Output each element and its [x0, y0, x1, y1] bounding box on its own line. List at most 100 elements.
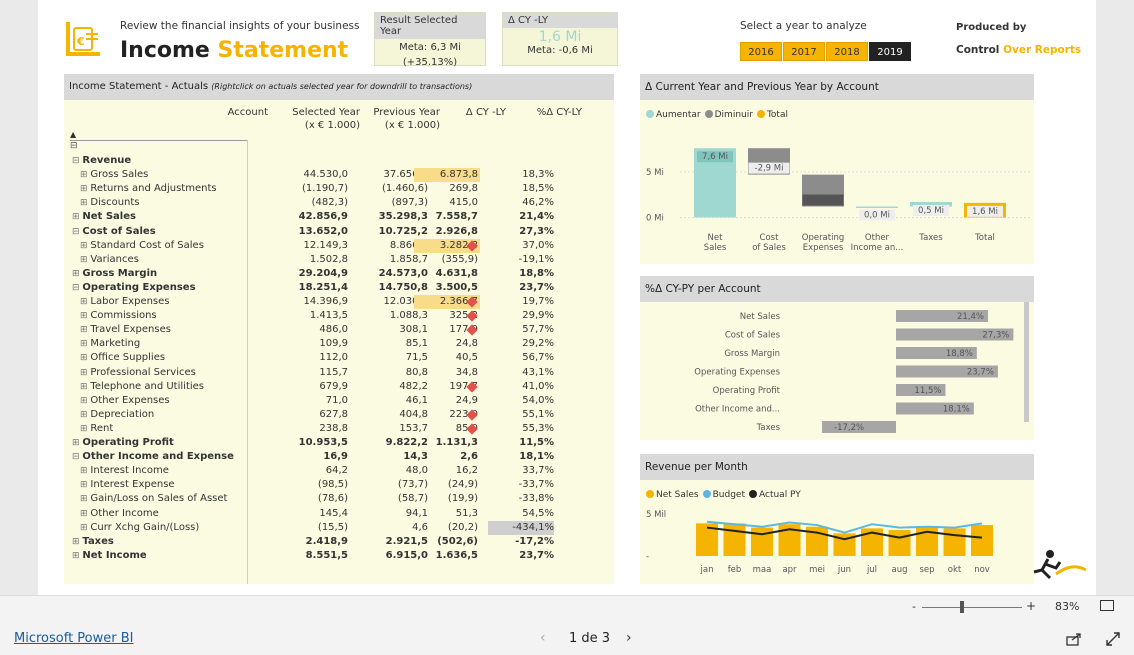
- selected-year-value[interactable]: 1.413,5: [286, 309, 348, 323]
- expand-icon[interactable]: ⊞: [80, 353, 90, 363]
- expand-icon[interactable]: ⊞: [80, 424, 90, 434]
- selected-year-value[interactable]: (1.190,7): [286, 182, 348, 196]
- kpi-delta-card[interactable]: Δ CY -LY 1,6 Mi Meta: -0,6 Mi: [502, 12, 618, 66]
- expand-icon[interactable]: ⊞: [80, 494, 90, 504]
- legend-item[interactable]: Diminuir: [704, 110, 753, 120]
- selected-year-value[interactable]: 44.530,0: [286, 168, 348, 182]
- expand-icon[interactable]: ⊞: [72, 269, 82, 279]
- column-header-2[interactable]: Previous Year (x € 1.000): [360, 106, 440, 132]
- table-row[interactable]: ⊞ Marketing 109,9 85,1 24,8 29,2%: [64, 337, 554, 351]
- legend-item[interactable]: Budget: [702, 490, 745, 500]
- table-row[interactable]: ⊞ Interest Income 64,2 48,0 16,2 33,7%: [64, 464, 554, 478]
- selected-year-value[interactable]: 14.396,9: [286, 295, 348, 309]
- collapse-all-icon[interactable]: ⊟: [70, 141, 78, 151]
- collapse-icon[interactable]: ⊟: [72, 283, 82, 293]
- table-row[interactable]: ⊞ Commissions 1.413,5 1.088,3 325,2 29,9%: [64, 309, 554, 323]
- selected-year-value[interactable]: 486,0: [286, 323, 348, 337]
- table-row[interactable]: ⊟ Revenue: [64, 154, 554, 168]
- collapse-icon[interactable]: ⊟: [72, 227, 82, 237]
- expand-icon[interactable]: ⊞: [80, 396, 90, 406]
- table-row[interactable]: ⊞ Taxes 2.418,9 2.921,5 (502,6) -17,2%: [64, 535, 554, 549]
- selected-year-value[interactable]: 10.953,5: [286, 436, 348, 450]
- selected-year-value[interactable]: 42.856,9: [286, 210, 348, 224]
- table-row[interactable]: ⊞ Telephone and Utilities 679,9 482,2 197,7…: [64, 380, 554, 394]
- share-icon[interactable]: [1066, 632, 1082, 646]
- expand-icon[interactable]: ⊞: [80, 255, 90, 265]
- waterfall-chart[interactable]: 5 Mi 0 Mi 7,6 Mi NetSales -2,9 Mi Costof Sale…: [640, 126, 1034, 262]
- selected-year-value[interactable]: 16,9: [286, 450, 348, 464]
- selected-year-value[interactable]: (15,5): [286, 521, 348, 535]
- revenue-chart[interactable]: 5 Mil - jan feb maa apr mei jun jul aug sep okt nov: [640, 504, 1034, 584]
- table-row[interactable]: ⊞ Curr Xchg Gain/(Loss) (15,5) 4,6 (20,2) -4…: [64, 520, 554, 535]
- table-row[interactable]: ⊞ Net Income 8.551,5 6.915,0 1.636,5 23,7%: [64, 549, 554, 563]
- legend-item[interactable]: Actual PY: [749, 490, 801, 500]
- expand-icon[interactable]: ⊞: [80, 184, 90, 194]
- selected-year-value[interactable]: (482,3): [286, 196, 348, 210]
- table-row[interactable]: ⊞ Returns and Adjustments (1.190,7) (1.460…: [64, 182, 554, 196]
- table-row[interactable]: ⊞ Operating Profit 10.953,5 9.822,2 1.131,3…: [64, 436, 554, 450]
- selected-year-value[interactable]: 13.652,0: [286, 225, 348, 239]
- column-header-0[interactable]: Account: [64, 106, 268, 119]
- selected-year-value[interactable]: 109,9: [286, 337, 348, 351]
- table-row[interactable]: ⊞ Standard Cost of Sales 12.149,3 8.866,5 3…: [64, 238, 554, 253]
- expand-icon[interactable]: ⊞: [80, 509, 90, 519]
- waterfall-bar[interactable]: [856, 206, 898, 209]
- selected-year-value[interactable]: 12.149,3: [286, 239, 348, 253]
- expand-icon[interactable]: ⊞: [72, 551, 82, 561]
- table-row[interactable]: ⊞ Interest Expense (98,5) (73,7) (24,9) -33,…: [64, 478, 554, 492]
- selected-year-value[interactable]: 8.551,5: [286, 549, 348, 563]
- table-row[interactable]: ⊞ Depreciation 627,8 404,8 223,0 55,1%: [64, 408, 554, 422]
- year-button-2016[interactable]: 2016: [740, 42, 782, 61]
- collapse-icon[interactable]: ⊟: [72, 156, 82, 166]
- table-row[interactable]: ⊟ Operating Expenses 18.251,4 14.750,8 3.50…: [64, 281, 554, 295]
- next-page-icon[interactable]: ›: [626, 630, 632, 646]
- expand-icon[interactable]: ⊞: [80, 311, 90, 321]
- selected-year-value[interactable]: (98,5): [286, 478, 348, 492]
- expand-icon[interactable]: ⊞: [80, 480, 90, 490]
- pct-change-chart[interactable]: Net Sales 21,4% Cost of Sales 27,3% Gross Ma…: [640, 302, 1034, 440]
- zoom-in-button[interactable]: +: [1026, 599, 1036, 613]
- expand-icon[interactable]: ⊞: [80, 382, 90, 392]
- legend-item[interactable]: Total: [756, 110, 788, 120]
- selected-year-value[interactable]: (78,6): [286, 492, 348, 506]
- scrollbar[interactable]: [1024, 302, 1029, 422]
- net-sales-bar[interactable]: [751, 527, 773, 556]
- table-row[interactable]: ⊞ Gain/Loss on Sales of Asset (78,6) (58,7…: [64, 492, 554, 506]
- expand-icon[interactable]: ⊞: [80, 297, 90, 307]
- expand-icon[interactable]: ⊞: [80, 241, 90, 251]
- selected-year-value[interactable]: 71,0: [286, 394, 348, 408]
- table-row[interactable]: ⊞ Office Supplies 112,0 71,5 40,5 56,7%: [64, 351, 554, 365]
- expand-icon[interactable]: ⊞: [80, 325, 90, 335]
- table-row[interactable]: ⊞ Rent238,8153,785,055,3%: [64, 422, 554, 436]
- table-row[interactable]: ⊞ Gross Margin 29.204,9 24.573,0 4.631,8 18,…: [64, 267, 554, 281]
- year-button-2017[interactable]: 2017: [783, 42, 825, 61]
- selected-year-value[interactable]: 112,0: [286, 351, 348, 365]
- expand-icon[interactable]: ⊞: [80, 523, 90, 533]
- selected-year-value[interactable]: 238,8: [286, 422, 348, 436]
- table-row[interactable]: ⊟ Cost of Sales 13.652,0 10.725,2 2.926,8 27…: [64, 225, 554, 239]
- table-row[interactable]: ⊞ Net Sales 42.856,9 35.298,3 7.558,7 21,4%: [64, 210, 554, 224]
- powerbi-link[interactable]: Microsoft Power BI: [14, 631, 133, 646]
- column-header-4[interactable]: %Δ CY-LY: [520, 106, 582, 119]
- table-row[interactable]: ⊞ Labor Expenses 14.396,9 12.030,2 2.366,7 1…: [64, 295, 554, 309]
- expand-icon[interactable]: ⊞: [80, 368, 90, 378]
- table-row[interactable]: ⊞ Gross Sales 44.530,0 37.656,2 6.873,8 18,3…: [64, 168, 554, 183]
- expand-icon[interactable]: ⊞: [72, 438, 82, 448]
- selected-year-value[interactable]: 1.502,8: [286, 253, 348, 267]
- table-row[interactable]: ⊞ Travel Expenses 486,0 308,1 177,9 57,7%: [64, 323, 554, 337]
- zoom-slider[interactable]: [922, 607, 1022, 608]
- table-row[interactable]: ⊞ Professional Services 115,7 80,8 34,8 43,1…: [64, 366, 554, 380]
- kpi-selected-year-card[interactable]: Result Selected Year Meta: 6,3 Mi (+35.1…: [374, 12, 486, 68]
- collapse-icon[interactable]: ⊟: [72, 452, 82, 462]
- selected-year-value[interactable]: 115,7: [286, 366, 348, 380]
- net-sales-bar[interactable]: [943, 528, 966, 556]
- selected-year-value[interactable]: 18.251,4: [286, 281, 348, 295]
- table-row[interactable]: ⊞ Discounts (482,3) (897,3) 415,0 46,2%: [64, 196, 554, 210]
- expand-icon[interactable]: ⊞: [80, 339, 90, 349]
- table-row[interactable]: ⊞ Other Income 145,4 94,1 51,3 54,5%: [64, 507, 554, 521]
- budget-line[interactable]: [706, 520, 983, 534]
- column-header-3[interactable]: Δ CY -LY: [440, 106, 506, 119]
- net-sales-bar[interactable]: [971, 525, 993, 556]
- net-sales-bar[interactable]: [888, 530, 911, 556]
- expand-icon[interactable]: ⊞: [80, 410, 90, 420]
